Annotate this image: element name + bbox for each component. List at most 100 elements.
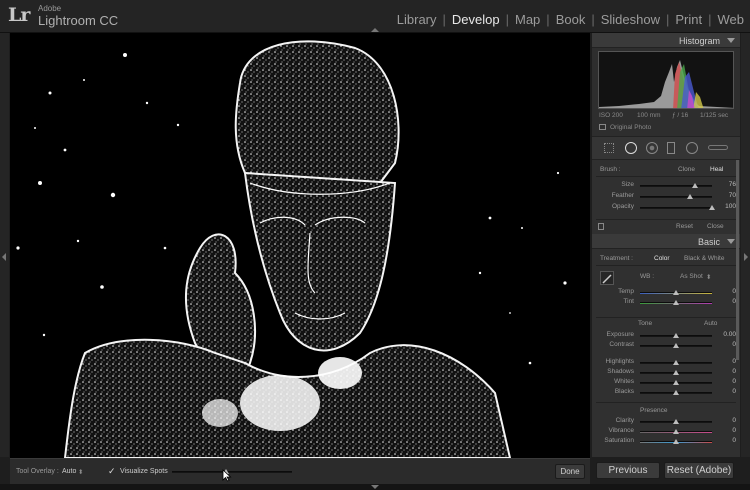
iso-readout: ISO 200 <box>599 112 623 119</box>
blacks-value[interactable]: 0 <box>712 388 736 395</box>
spot-removal-tool-icon[interactable] <box>625 142 637 154</box>
vibrance-value[interactable]: 0 <box>712 427 736 434</box>
left-panel-toggle-icon[interactable] <box>2 253 6 261</box>
shadows-value[interactable]: 0 <box>712 368 736 375</box>
basic-header[interactable]: Basic <box>592 234 740 249</box>
white-balance-eyedropper-icon[interactable] <box>600 271 614 285</box>
mask-toggle-icon[interactable] <box>598 223 604 230</box>
shutter-readout: 1/125 sec <box>700 112 729 119</box>
blacks-thumb[interactable] <box>673 390 679 395</box>
spot-size-slider[interactable] <box>640 185 712 187</box>
module-develop[interactable]: Develop <box>452 12 500 27</box>
tool-overlay-dropdown[interactable]: Auto <box>62 468 76 475</box>
aperture-readout: ƒ / 16 <box>672 112 689 119</box>
wb-chevron-icon[interactable]: ⬍ <box>706 273 711 281</box>
spot-size-value[interactable]: 76 <box>712 181 736 188</box>
tint-value[interactable]: 0 <box>712 298 736 305</box>
tool-overlay-label: Tool Overlay : <box>16 468 59 475</box>
spot-reset-button[interactable]: Reset <box>676 223 693 230</box>
visualize-threshold-slider[interactable] <box>172 471 292 473</box>
module-map[interactable]: Map <box>515 12 540 27</box>
exposure-value[interactable]: 0.00 <box>712 331 736 338</box>
temp-value[interactable]: 0 <box>712 288 736 295</box>
exposure-thumb[interactable] <box>673 333 679 338</box>
clarity-thumb[interactable] <box>673 419 679 424</box>
panel-scrollbar[interactable] <box>736 160 739 360</box>
focal-length-readout: 100 mm <box>637 112 661 119</box>
module-book[interactable]: Book <box>556 12 586 27</box>
presence-label: Presence <box>640 407 668 414</box>
spot-size-label: Size <box>621 181 634 188</box>
spot-feather-value[interactable]: 70 <box>712 192 736 199</box>
tint-thumb[interactable] <box>673 300 679 305</box>
highlights-value[interactable]: 0 <box>712 358 736 365</box>
saturation-thumb[interactable] <box>673 439 679 444</box>
wb-dropdown[interactable]: As Shot <box>680 273 703 280</box>
adjustment-brush-icon[interactable] <box>708 145 728 150</box>
temp-label: Temp <box>618 288 634 295</box>
histogram-header[interactable]: Histogram <box>592 33 740 48</box>
saturation-label: Saturation <box>604 437 634 444</box>
spot-close-button[interactable]: Close <box>707 223 724 230</box>
right-panel-edge[interactable] <box>741 33 750 457</box>
clarity-label: Clarity <box>615 417 634 424</box>
temp-thumb[interactable] <box>673 290 679 295</box>
spot-size-thumb[interactable] <box>691 183 698 188</box>
done-button[interactable]: Done <box>555 464 585 479</box>
clone-button[interactable]: Clone <box>678 166 695 173</box>
basic-title: Basic <box>697 237 720 247</box>
photo-canvas[interactable] <box>10 33 590 458</box>
heal-button[interactable]: Heal <box>710 166 723 173</box>
visualize-spots-image <box>16 40 567 458</box>
blacks-label: Blacks <box>614 388 634 395</box>
histogram-graph <box>599 60 733 108</box>
spot-feather-label: Feather <box>611 192 634 199</box>
module-print[interactable]: Print <box>675 12 702 27</box>
tool-overlay-chevron-icon[interactable]: ⬍ <box>78 468 83 476</box>
module-web[interactable]: Web <box>718 12 745 27</box>
visualize-spots-checkbox[interactable]: ✓ <box>108 466 116 477</box>
whites-thumb[interactable] <box>673 380 679 385</box>
contrast-thumb[interactable] <box>673 343 679 348</box>
basic-collapse-icon[interactable] <box>727 239 735 244</box>
crop-tool-icon[interactable] <box>604 143 614 153</box>
filmstrip-toggle-icon[interactable] <box>371 485 379 489</box>
spot-opacity-slider[interactable] <box>640 207 712 209</box>
brush-label: Brush : <box>600 166 621 173</box>
highlights-label: Highlights <box>605 358 634 365</box>
module-library[interactable]: Library <box>397 12 437 27</box>
right-panel-toggle-icon[interactable] <box>744 253 748 261</box>
spot-feather-thumb[interactable] <box>687 194 694 199</box>
contrast-value[interactable]: 0 <box>712 341 736 348</box>
top-panel-toggle-icon[interactable] <box>371 28 379 32</box>
vibrance-label: Vibrance <box>608 427 634 434</box>
red-eye-tool-icon[interactable] <box>646 142 658 154</box>
original-photo-label: Original Photo <box>610 124 652 131</box>
original-photo-checkbox[interactable] <box>599 124 606 130</box>
clarity-value[interactable]: 0 <box>712 417 736 424</box>
filmstrip-edge <box>0 484 750 490</box>
treatment-color-button[interactable]: Color <box>654 255 670 262</box>
left-panel-collapsed[interactable] <box>0 33 9 457</box>
vibrance-thumb[interactable] <box>673 429 679 434</box>
module-slideshow[interactable]: Slideshow <box>601 12 660 27</box>
graduated-filter-icon[interactable] <box>667 142 675 154</box>
shadows-label: Shadows <box>607 368 634 375</box>
reset-adobe-button[interactable]: Reset (Adobe) <box>664 462 734 479</box>
radial-filter-icon[interactable] <box>686 142 698 154</box>
highlights-thumb[interactable] <box>673 360 679 365</box>
collapse-triangle-icon[interactable] <box>727 38 735 43</box>
whites-value[interactable]: 0 <box>712 378 736 385</box>
tone-auto-button[interactable]: Auto <box>704 320 717 327</box>
histogram-title: Histogram <box>678 36 720 46</box>
previous-button[interactable]: Previous <box>596 462 660 479</box>
visualize-spots-label: Visualize Spots <box>120 468 168 475</box>
spot-feather-slider[interactable] <box>640 196 712 198</box>
treatment-bw-button[interactable]: Black & White <box>684 255 724 262</box>
mouse-cursor-icon <box>222 469 232 482</box>
exposure-label: Exposure <box>606 331 634 338</box>
shadows-thumb[interactable] <box>673 370 679 375</box>
histogram-display[interactable] <box>598 51 734 109</box>
spot-opacity-value[interactable]: 100 <box>712 203 736 210</box>
saturation-value[interactable]: 0 <box>712 437 736 444</box>
